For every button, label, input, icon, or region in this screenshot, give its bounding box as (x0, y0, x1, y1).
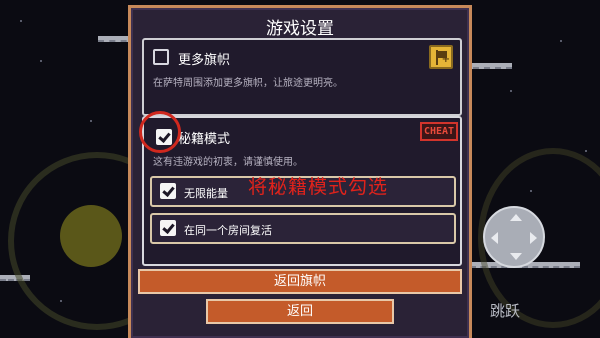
joystick-knob[interactable] (60, 205, 122, 267)
infinite-energy-label: 无限能量 (184, 187, 228, 200)
back-button[interactable]: 返回 (206, 299, 394, 324)
cheat-badge: CHEAT (420, 122, 458, 141)
more-flags-option[interactable]: 更多旗帜 在萨特周围添加更多旗帜，让旅途更明亮。 + (142, 38, 462, 116)
highlight-circle (139, 111, 181, 153)
check-icon (162, 184, 175, 197)
arrow-right-icon (530, 232, 537, 244)
flag-plus-icon: + (429, 45, 453, 69)
dialog-title: 游戏设置 (266, 19, 334, 39)
more-flags-description: 在萨特周围添加更多旗帜，让旅途更明亮。 (153, 78, 343, 89)
respawn-same-room-label: 在同一个房间复活 (184, 224, 272, 237)
cheat-mode-label: 秘籍模式 (178, 132, 231, 147)
dpad-button[interactable] (483, 206, 545, 268)
return-to-flag-button[interactable]: 返回旗帜 (138, 269, 462, 294)
infinite-energy-checkbox[interactable] (160, 183, 176, 199)
arrow-down-icon (510, 253, 522, 260)
annotation-text: 将秘籍模式勾选 (248, 176, 389, 198)
more-flags-label: 更多旗帜 (178, 53, 231, 68)
arrow-left-icon (491, 232, 498, 244)
respawn-same-room-checkbox[interactable] (160, 220, 176, 236)
cheat-mode-description: 这有违游戏的初衷，请谨慎使用。 (153, 157, 303, 168)
check-icon (162, 221, 175, 234)
respawn-same-room-option[interactable]: 在同一个房间复活 (150, 213, 456, 244)
arrow-up-icon (510, 214, 522, 221)
more-flags-checkbox[interactable] (153, 49, 169, 65)
jump-button[interactable]: 跳跃 (490, 300, 520, 321)
